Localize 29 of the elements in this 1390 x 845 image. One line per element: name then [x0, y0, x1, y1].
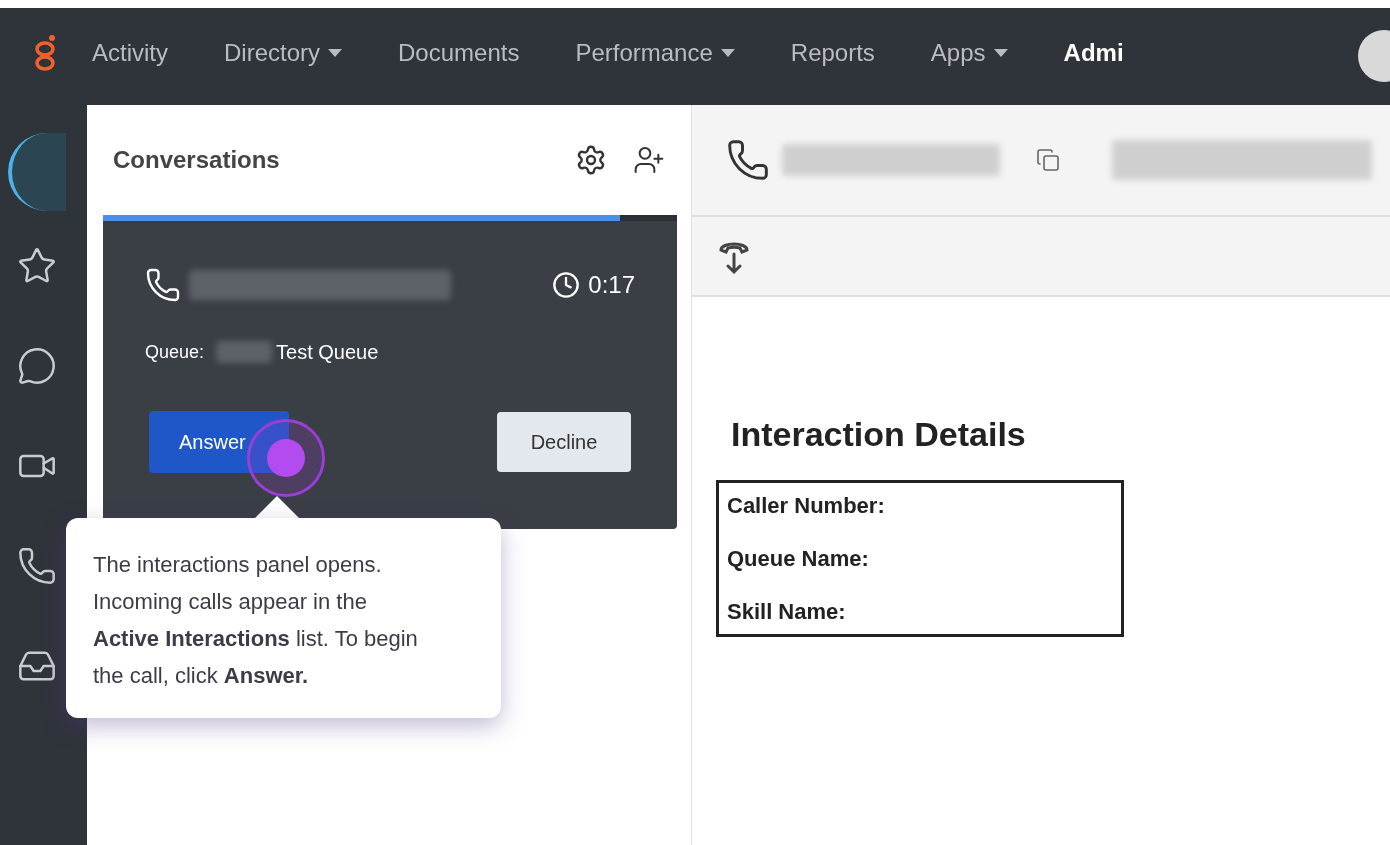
queue-name: Test Queue	[276, 340, 379, 365]
settings-icon[interactable]	[575, 144, 607, 176]
nav-item[interactable]: Reports	[790, 34, 875, 71]
add-person-icon[interactable]	[633, 144, 665, 176]
clock-icon	[552, 271, 581, 299]
nav-item[interactable]: Documents	[398, 34, 520, 71]
panel-title: Conversations	[113, 145, 281, 175]
copy-icon[interactable]	[1036, 148, 1060, 172]
details-heading: Interaction Details	[731, 414, 1027, 455]
queue-label: Queue:	[145, 340, 205, 364]
answer-button[interactable]: Answer	[149, 411, 289, 473]
nav-item[interactable]: Admi	[1063, 34, 1124, 71]
decline-button[interactable]: Decline	[497, 412, 631, 472]
chat-icon[interactable]	[16, 346, 57, 386]
call-timer: 0:17	[588, 270, 635, 300]
nav-item[interactable]: Performance	[575, 34, 735, 71]
field-label: Queue Name:	[727, 545, 870, 573]
field-label: Skill Name:	[727, 598, 847, 626]
phone-icon[interactable]	[16, 546, 57, 586]
nav-item[interactable]: Directory	[224, 34, 343, 71]
phone-icon	[726, 138, 770, 182]
nav-item[interactable]: Apps	[930, 34, 1008, 71]
logo-icon	[34, 33, 58, 72]
phone-icon	[145, 267, 181, 303]
nav-item[interactable]: Activity	[92, 34, 168, 71]
avatar[interactable]	[7, 133, 66, 211]
tooltip-text: The interactions panel opens. Incoming calls appear in the Active Interactions list. To begin the call, click Answer.	[93, 551, 418, 690]
redacted-block	[216, 341, 273, 363]
field-label: Caller Number:	[727, 492, 886, 520]
